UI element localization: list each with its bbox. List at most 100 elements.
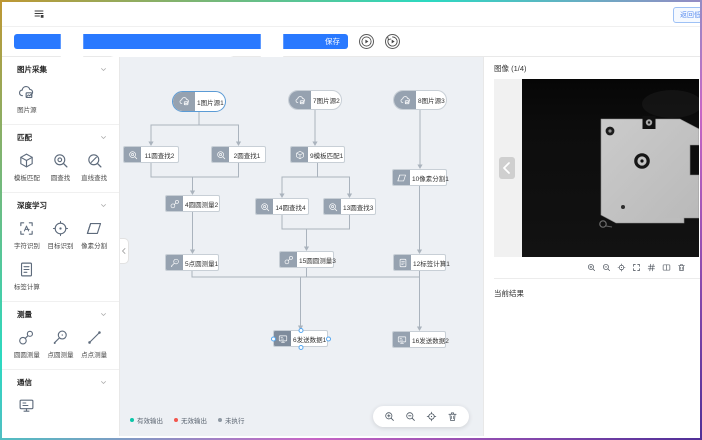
sidebar-item-图片源[interactable]: 图片源 bbox=[10, 84, 44, 114]
sidebar-item-圆圆测量[interactable]: 圆圆测量 bbox=[10, 329, 44, 359]
flow-node-13圆查找3[interactable]: 13圆查找3 bbox=[323, 198, 376, 215]
sidebar-item-点圆测量[interactable]: 点圆测量 bbox=[44, 329, 78, 359]
sidebar-section: 匹配模板匹配圆查找直线查找 bbox=[2, 125, 119, 193]
toolbar: 保存 bbox=[2, 27, 700, 57]
trash-icon[interactable] bbox=[447, 411, 458, 422]
sidebar-section-header[interactable]: 深度学习 bbox=[2, 200, 119, 220]
doc-icon bbox=[394, 255, 411, 270]
sidebar-section-header[interactable]: 测量 bbox=[2, 309, 119, 329]
flow-node-10像素分割1[interactable]: 10像素分割1 bbox=[392, 169, 447, 186]
legend-label: 有效输出 bbox=[137, 415, 163, 425]
fullscreen-icon[interactable] bbox=[632, 263, 641, 272]
sidebar-items: 模板匹配圆查找直线查找 bbox=[2, 152, 119, 182]
sidebar-item-目标识别[interactable]: 目标识别 bbox=[44, 220, 78, 250]
flow-node-6发送数据1[interactable]: 6发送数据1 bbox=[273, 330, 328, 347]
back-to-lowcode-button[interactable]: 返回低代码 bbox=[673, 7, 700, 23]
flow-node-12标签计算1[interactable]: 12标签计算1 bbox=[393, 254, 446, 271]
sidebar-section: 测量圆圆测量点圆测量点点测量 bbox=[2, 302, 119, 370]
ocr-icon bbox=[18, 220, 35, 237]
flow-node-14圆查找4[interactable]: 14圆查找4 bbox=[255, 198, 309, 215]
inspection-image[interactable] bbox=[522, 79, 699, 257]
canvas-zoom-toolbar bbox=[373, 406, 469, 427]
chevron-down-icon bbox=[100, 311, 107, 318]
sidebar-section-header[interactable]: 通信 bbox=[2, 377, 119, 397]
sidebar-item-label: 图片源 bbox=[17, 104, 37, 114]
connection-handle[interactable] bbox=[298, 328, 303, 333]
bottom-hole bbox=[621, 205, 625, 209]
main-area: 图片采集图片源匹配模板匹配圆查找直线查找深度学习字符识别目标识别像素分割标签计算… bbox=[2, 57, 700, 436]
locate-icon[interactable] bbox=[426, 411, 437, 422]
flow-node-1图片源1[interactable]: 1图片源1 bbox=[172, 91, 226, 112]
circle-find-icon bbox=[124, 147, 141, 162]
measure-pc-icon bbox=[166, 255, 183, 270]
flow-node-5点圆测量1[interactable]: 5点圆测量1 bbox=[165, 254, 219, 271]
node-label: 1图片源1 bbox=[195, 92, 226, 111]
image-carousel bbox=[494, 79, 700, 257]
sidebar-item-label: 模板匹配 bbox=[14, 172, 40, 182]
zoom-in-icon[interactable] bbox=[587, 263, 596, 272]
node-label: 10像素分割1 bbox=[410, 170, 451, 185]
trash-icon[interactable] bbox=[677, 263, 686, 272]
image-toolbar bbox=[494, 257, 700, 278]
save-button[interactable]: 保存 bbox=[14, 34, 348, 49]
flow-node-8图片源3[interactable]: 8图片源3 bbox=[393, 90, 447, 110]
run-button[interactable] bbox=[359, 34, 374, 49]
sidebar-section-title: 深度学习 bbox=[17, 200, 47, 211]
measure-cc-icon bbox=[280, 252, 297, 267]
current-result-label: 当前结果 bbox=[494, 279, 700, 308]
play-loop-icon bbox=[386, 35, 399, 48]
node-label: 6发送数据1 bbox=[291, 331, 328, 346]
sidebar-item-圆查找[interactable]: 圆查找 bbox=[44, 152, 78, 182]
flow-node-9模板匹配1[interactable]: 9模板匹配1 bbox=[290, 146, 345, 163]
flow-node-2圆查找1[interactable]: 2圆查找1 bbox=[211, 146, 266, 163]
node-label: 13圆查找3 bbox=[341, 199, 375, 214]
measure-cc-icon bbox=[166, 196, 183, 211]
node-label: 14圆查找4 bbox=[273, 199, 308, 214]
flow-edge bbox=[282, 163, 318, 194]
flow-edge bbox=[282, 215, 350, 229]
flow-node-7图片源2[interactable]: 7图片源2 bbox=[288, 90, 342, 110]
sidebar-collapse-handle[interactable] bbox=[120, 238, 129, 264]
grid-icon[interactable] bbox=[647, 263, 656, 272]
connection-handle[interactable] bbox=[326, 336, 331, 341]
sidebar-item-label: 圆圆测量 bbox=[14, 349, 40, 359]
previous-image-button[interactable] bbox=[499, 157, 515, 179]
connection-handle[interactable] bbox=[271, 336, 276, 341]
flow-node-11圆查找2[interactable]: 11圆查找2 bbox=[123, 146, 179, 163]
zoom-out-icon[interactable] bbox=[405, 411, 416, 422]
flow-node-16发送数据2[interactable]: 16发送数据2 bbox=[392, 331, 446, 348]
sidebar-item-直线查找[interactable]: 直线查找 bbox=[77, 152, 111, 182]
chevron-down-icon bbox=[100, 66, 107, 73]
monitor-icon bbox=[18, 397, 35, 414]
sidebar-item-模板匹配[interactable]: 模板匹配 bbox=[10, 152, 44, 182]
flow-canvas[interactable]: 1图片源1 7图片源2 8图片源3 11圆查找2 2圆查找1 9模板匹配1 10像素分割1 4… bbox=[120, 57, 483, 436]
chevron-down-icon bbox=[100, 202, 107, 209]
locate-icon[interactable] bbox=[617, 263, 626, 272]
connection-handle[interactable] bbox=[298, 345, 303, 350]
compare-icon[interactable] bbox=[662, 263, 671, 272]
monitor-icon bbox=[274, 331, 291, 346]
menu-icon[interactable] bbox=[33, 8, 45, 20]
sidebar-section-header[interactable]: 匹配 bbox=[2, 132, 119, 152]
line-find-icon bbox=[86, 152, 103, 169]
sidebar-item-像素分割[interactable]: 像素分割 bbox=[77, 220, 111, 250]
sidebar-item-label: 像素分割 bbox=[81, 240, 107, 250]
module-sidebar: 图片采集图片源匹配模板匹配圆查找直线查找深度学习字符识别目标识别像素分割标签计算… bbox=[2, 57, 120, 436]
zoom-out-icon[interactable] bbox=[602, 263, 611, 272]
flow-node-4圆圆测量2[interactable]: 4圆圆测量2 bbox=[165, 195, 220, 212]
run-continuous-button[interactable] bbox=[385, 34, 400, 49]
target-icon bbox=[52, 220, 69, 237]
cube-icon bbox=[18, 152, 35, 169]
sidebar-section-title: 匹配 bbox=[17, 132, 32, 143]
sidebar-section-header[interactable]: 图片采集 bbox=[2, 64, 119, 84]
sidebar-section: 通信 bbox=[2, 370, 119, 424]
sidebar-item-点点测量[interactable]: 点点测量 bbox=[77, 329, 111, 359]
sidebar-item-字符识别[interactable]: 字符识别 bbox=[10, 220, 44, 250]
legend-dot bbox=[130, 418, 134, 422]
sidebar-item-monitor[interactable] bbox=[10, 397, 44, 414]
flow-node-15圆圆测量3[interactable]: 15圆圆测量3 bbox=[279, 251, 334, 268]
zoom-in-icon[interactable] bbox=[384, 411, 395, 422]
sidebar-item-标签计算[interactable]: 标签计算 bbox=[10, 261, 44, 291]
sidebar-section-title: 图片采集 bbox=[17, 64, 47, 75]
sidebar-items bbox=[2, 397, 119, 414]
